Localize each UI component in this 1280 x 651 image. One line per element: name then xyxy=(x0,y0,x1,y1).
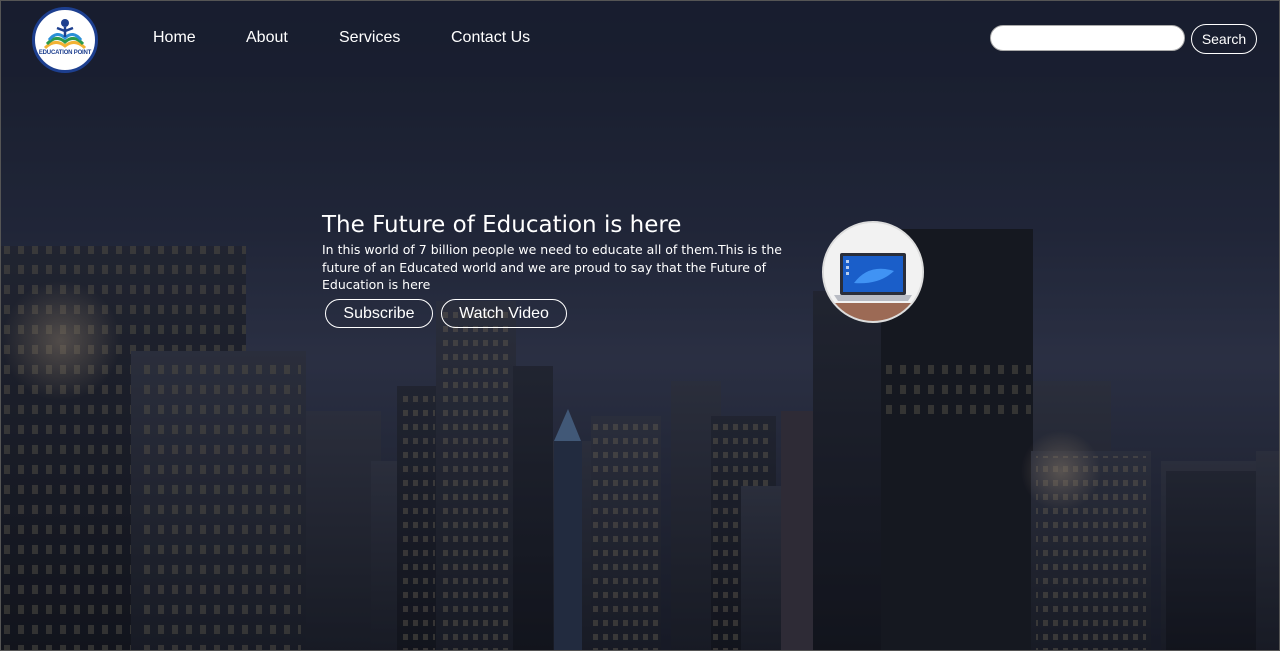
nav-link-contact-us[interactable]: Contact Us xyxy=(451,29,530,47)
nav-link-services[interactable]: Services xyxy=(339,29,400,47)
logo-text: EDUCATION POINT xyxy=(38,50,92,56)
nav-link-about[interactable]: About xyxy=(246,29,288,47)
navbar: EDUCATION POINT Home About Services Cont… xyxy=(1,1,1279,77)
hero-laptop-image xyxy=(822,221,924,323)
search-input[interactable] xyxy=(990,25,1185,51)
search-button[interactable]: Search xyxy=(1191,24,1257,54)
background-overlay xyxy=(1,1,1279,650)
watch-video-button[interactable]: Watch Video xyxy=(441,299,567,328)
nav-link-home[interactable]: Home xyxy=(153,29,196,47)
hero-title: The Future of Education is here xyxy=(322,212,682,238)
subscribe-button[interactable]: Subscribe xyxy=(325,299,433,328)
logo-icon xyxy=(43,19,87,50)
laptop-icon xyxy=(824,223,922,321)
page: EDUCATION POINT Home About Services Cont… xyxy=(0,0,1280,651)
hero-description: In this world of 7 billion people we nee… xyxy=(322,242,782,292)
education-point-logo[interactable]: EDUCATION POINT xyxy=(32,7,98,73)
